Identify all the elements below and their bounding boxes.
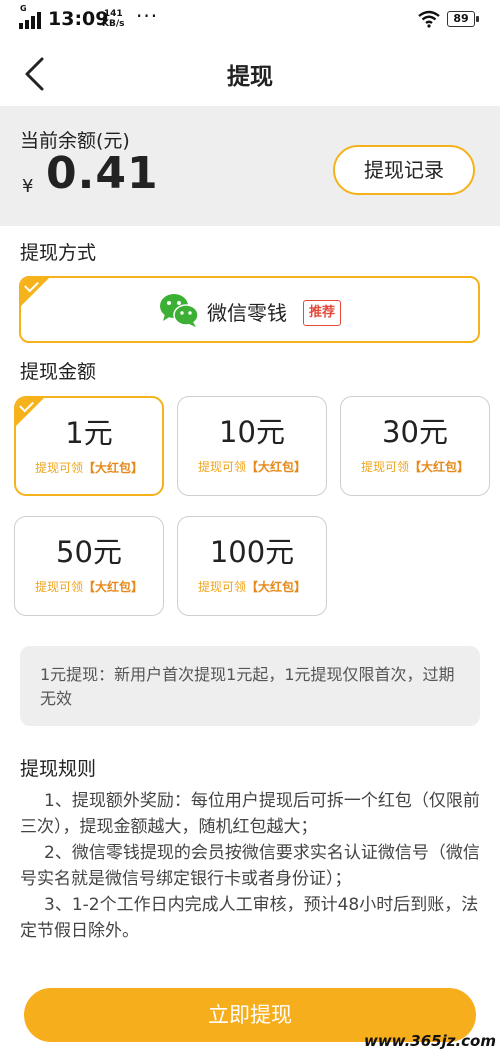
bonus-note-highlight: 【大红包】 (409, 460, 470, 474)
rules-list[interactable]: 1、提现额外奖励：每位用户提现后可拆一个红包（仅限前三次），提现金额越大，随机红… (20, 788, 480, 971)
bottom-action-area: 立即提现 www.365jz.com (0, 972, 500, 1056)
bonus-note-highlight: 【大红包】 (246, 460, 307, 474)
rule-item: 3、1-2个工作日内完成人工审核，预计48小时后到账，法定节假日除外。 (20, 895, 479, 941)
method-section-title: 提现方式 (20, 242, 97, 264)
amount-bonus-note: 提现可领【大红包】 (178, 458, 326, 475)
balance-panel: 当前余额(元) ¥ 0.41 提现记录 (0, 106, 500, 226)
carrier-label: G (20, 4, 27, 13)
battery-icon: 89 (447, 11, 479, 27)
wechat-icon (160, 294, 199, 327)
amount-bonus-note: 提现可领【大红包】 (341, 458, 489, 475)
bonus-note-prefix: 提现可领 (197, 580, 246, 594)
amount-value: 50元 (56, 535, 122, 569)
more-notifications-icon: ··· (136, 4, 159, 28)
site-watermark: www.365jz.com (363, 1032, 496, 1050)
nav-bar: 提现 (0, 40, 500, 106)
notice-box: 1元提现：新用户首次提现1元起，1元提现仅限首次，过期无效 (20, 646, 480, 726)
amount-option-50[interactable]: 50元 提现可领【大红包】 (14, 516, 164, 616)
status-time: 13:09 (48, 8, 109, 30)
amount-value: 1元 (65, 416, 113, 450)
amount-bonus-note: 提现可领【大红包】 (15, 578, 163, 595)
amount-option-100[interactable]: 100元 提现可领【大红包】 (177, 516, 327, 616)
network-speed-value: 141 (103, 9, 123, 19)
bonus-note-prefix: 提现可领 (197, 460, 246, 474)
notice-text: 1元提现：新用户首次提现1元起，1元提现仅限首次，过期无效 (40, 665, 455, 708)
bonus-note-prefix: 提现可领 (34, 461, 83, 475)
wechat-method-option[interactable]: 微信零钱 推荐 (19, 276, 480, 343)
bonus-note-highlight: 【大红包】 (83, 461, 144, 475)
amount-value: 100元 (209, 535, 295, 569)
network-speed-unit: KB/s (102, 19, 125, 29)
amount-value: 10元 (219, 415, 285, 449)
balance-amount: 0.41 (46, 148, 159, 199)
amount-bonus-note: 提现可领【大红包】 (16, 459, 162, 476)
amount-bonus-note: 提现可领【大红包】 (178, 578, 326, 595)
amount-option-10[interactable]: 10元 提现可领【大红包】 (177, 396, 327, 496)
amount-option-30[interactable]: 30元 提现可领【大红包】 (340, 396, 490, 496)
bonus-note-prefix: 提现可领 (360, 460, 409, 474)
rule-item: 1、提现额外奖励：每位用户提现后可拆一个红包（仅限前三次），提现金额越大，随机红… (20, 791, 480, 837)
withdraw-history-button[interactable]: 提现记录 (333, 145, 475, 195)
bonus-note-highlight: 【大红包】 (83, 580, 144, 594)
bonus-note-highlight: 【大红包】 (246, 580, 307, 594)
amount-option-1[interactable]: 1元 提现可领【大红包】 (14, 396, 164, 496)
rules-title: 提现规则 (20, 758, 97, 780)
currency-symbol: ¥ (22, 176, 34, 197)
wechat-method-label: 微信零钱 (207, 301, 287, 325)
page-title: 提现 (227, 64, 273, 90)
bonus-note-prefix: 提现可领 (34, 580, 83, 594)
status-bar: G 13:09 141 KB/s ··· 89 (0, 0, 500, 40)
amount-value: 30元 (382, 415, 448, 449)
recommend-badge: 推荐 (303, 300, 342, 326)
amount-section-title: 提现金额 (20, 361, 97, 383)
rule-item: 2、微信零钱提现的会员按微信要求实名认证微信号（微信号实名就是微信号绑定银行卡或… (20, 843, 480, 889)
signal-icon (19, 12, 41, 29)
network-speed: 141 KB/s (102, 9, 124, 29)
wifi-icon (418, 10, 440, 28)
